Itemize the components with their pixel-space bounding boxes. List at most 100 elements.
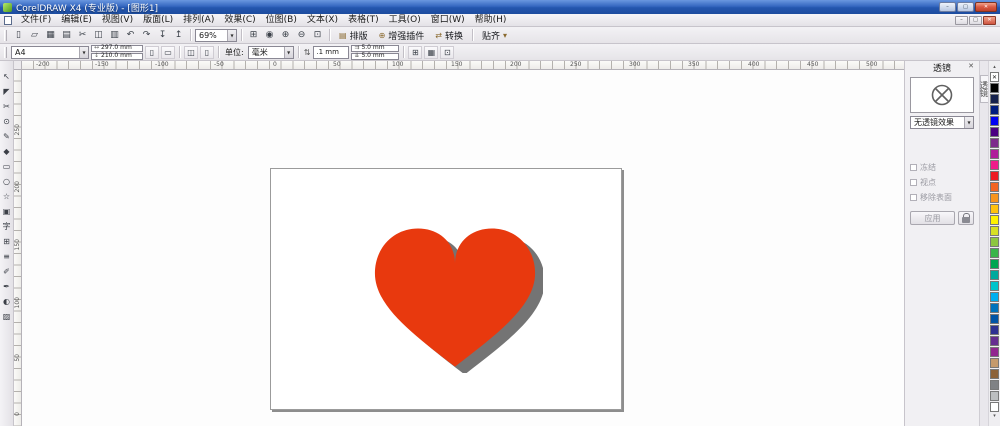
all-pages-button[interactable]: ◫ xyxy=(184,45,198,59)
new-button[interactable]: ▯ xyxy=(11,28,26,42)
import-button[interactable]: ↧ xyxy=(155,28,170,42)
color-swatch[interactable] xyxy=(990,127,999,137)
copy-button[interactable]: ◫ xyxy=(91,28,106,42)
color-swatch[interactable] xyxy=(990,380,999,390)
toolbar-grip[interactable] xyxy=(4,29,7,41)
lens-checkbox[interactable]: 视点 xyxy=(910,176,974,188)
color-swatch[interactable] xyxy=(990,402,999,412)
convert-button[interactable]: ⇄ 转换 xyxy=(430,28,468,43)
freehand-tool[interactable]: ✎ xyxy=(1,130,13,142)
color-swatch[interactable] xyxy=(990,149,999,159)
menu-item[interactable]: 窗口(W) xyxy=(426,14,470,27)
rectangle-tool[interactable]: ▭ xyxy=(1,160,13,172)
cut-button[interactable]: ✂ xyxy=(75,28,90,42)
color-swatch[interactable] xyxy=(990,138,999,148)
polygon-tool[interactable]: ☆ xyxy=(1,190,13,202)
lens-checkbox[interactable]: 冻结 xyxy=(910,161,974,173)
layout-button[interactable]: ▤ 排版 xyxy=(334,28,373,43)
color-swatch[interactable] xyxy=(990,116,999,126)
vertical-ruler[interactable]: 250 200 150 100 50 0 xyxy=(14,70,22,426)
document-close-button[interactable]: ✕ xyxy=(983,15,996,25)
color-swatch[interactable] xyxy=(990,193,999,203)
color-swatch[interactable] xyxy=(990,270,999,280)
drawing-canvas[interactable] xyxy=(22,70,904,426)
document-restore-button[interactable]: □ xyxy=(969,15,982,25)
units-combo[interactable]: 毫米 ▼ xyxy=(247,45,294,59)
color-swatch[interactable] xyxy=(990,281,999,291)
table-tool[interactable]: ⊞ xyxy=(1,235,13,247)
menu-item[interactable]: 排列(A) xyxy=(178,14,219,27)
open-button[interactable]: ▱ xyxy=(27,28,42,42)
color-swatch[interactable] xyxy=(990,259,999,269)
fill-tool[interactable]: ◐ xyxy=(1,295,13,307)
snap-to-objects-button[interactable]: ⊡ xyxy=(440,45,455,59)
color-swatch[interactable] xyxy=(990,160,999,170)
menu-item[interactable]: 位图(B) xyxy=(261,14,302,27)
palette-scroll-down-icon[interactable]: ▾ xyxy=(993,412,996,420)
plugins-button[interactable]: ⊕ 增强插件 xyxy=(374,28,430,43)
print-button[interactable]: ▤ xyxy=(59,28,74,42)
minimize-button[interactable]: – xyxy=(939,2,956,12)
color-swatch[interactable] xyxy=(990,358,999,368)
zoom-out-button[interactable]: ⊖ xyxy=(294,28,309,42)
paper-size-combo[interactable]: A4 ▼ xyxy=(11,45,89,59)
docker-close-icon[interactable]: ✕ xyxy=(968,63,974,70)
menu-item[interactable]: 视图(V) xyxy=(97,14,138,27)
lock-button[interactable] xyxy=(958,211,974,225)
menu-item[interactable]: 效果(C) xyxy=(219,14,260,27)
menu-item[interactable]: 表格(T) xyxy=(343,14,384,27)
document-minimize-button[interactable]: – xyxy=(955,15,968,25)
color-swatch[interactable] xyxy=(990,215,999,225)
paper-height-field[interactable]: ↕ 210.0 mm xyxy=(91,52,143,60)
color-swatch[interactable] xyxy=(990,292,999,302)
portrait-button[interactable]: ▯ xyxy=(145,45,159,59)
corel-online-button[interactable]: ◉ xyxy=(262,28,277,42)
menu-item[interactable]: 帮助(H) xyxy=(470,14,512,27)
shape-tool[interactable]: ◤ xyxy=(1,85,13,97)
color-swatch[interactable] xyxy=(990,83,999,93)
paste-button[interactable]: ▥ xyxy=(107,28,122,42)
zoom-level-combo[interactable]: 69% ▼ xyxy=(195,28,237,42)
nudge-offset-field[interactable]: .1 mm xyxy=(313,45,350,59)
heart-shape[interactable] xyxy=(367,223,543,373)
color-swatch[interactable] xyxy=(990,391,999,401)
menu-item[interactable]: 文件(F) xyxy=(16,14,56,27)
export-button[interactable]: ↥ xyxy=(171,28,186,42)
color-swatch[interactable] xyxy=(990,171,999,181)
paper-width-field[interactable]: ↔ 297.0 mm xyxy=(91,44,143,52)
color-swatch[interactable] xyxy=(990,303,999,313)
duplicate-x-field[interactable]: ⇉ 5.0 mm xyxy=(351,44,400,52)
menu-item[interactable]: 版面(L) xyxy=(138,14,178,27)
zoom-tool[interactable]: ⊙ xyxy=(1,115,13,127)
snap-to-grid-button[interactable]: ⊞ xyxy=(408,45,423,59)
color-swatch[interactable] xyxy=(990,336,999,346)
duplicate-y-field[interactable]: ⇊ 5.0 mm xyxy=(351,52,400,60)
close-button[interactable]: ✕ xyxy=(975,2,997,12)
menu-item[interactable]: 文本(X) xyxy=(302,14,343,27)
outline-pen-tool[interactable]: ✒ xyxy=(1,280,13,292)
color-swatch[interactable] xyxy=(990,226,999,236)
undo-button[interactable]: ↶ xyxy=(123,28,138,42)
color-swatch[interactable] xyxy=(990,72,999,82)
color-swatch[interactable] xyxy=(990,182,999,192)
color-swatch[interactable] xyxy=(990,347,999,357)
lens-checkbox[interactable]: 移除表面 xyxy=(910,191,974,203)
color-swatch[interactable] xyxy=(990,94,999,104)
menu-item[interactable]: 工具(O) xyxy=(384,14,426,27)
snap-button[interactable]: 贴齐 ▾ xyxy=(477,28,512,43)
page[interactable] xyxy=(270,168,622,410)
snap-to-guides-button[interactable]: ▦ xyxy=(424,45,439,59)
color-swatch[interactable] xyxy=(990,248,999,258)
color-swatch[interactable] xyxy=(990,314,999,324)
toolbar-grip[interactable] xyxy=(4,46,7,58)
document-window-icon[interactable] xyxy=(4,15,12,25)
ruler-origin-corner[interactable] xyxy=(14,61,22,70)
save-button[interactable]: ▦ xyxy=(43,28,58,42)
smart-fill-tool[interactable]: ◆ xyxy=(1,145,13,157)
horizontal-ruler[interactable]: -200 -150 -100 -50 0 50 100 150 200 250 300 350 400 4… xyxy=(22,61,904,70)
color-swatch[interactable] xyxy=(990,204,999,214)
color-swatch[interactable] xyxy=(990,369,999,379)
color-swatch[interactable] xyxy=(990,237,999,247)
ellipse-tool[interactable]: ○ xyxy=(1,175,13,187)
zoom-fit-button[interactable]: ⊡ xyxy=(310,28,325,42)
